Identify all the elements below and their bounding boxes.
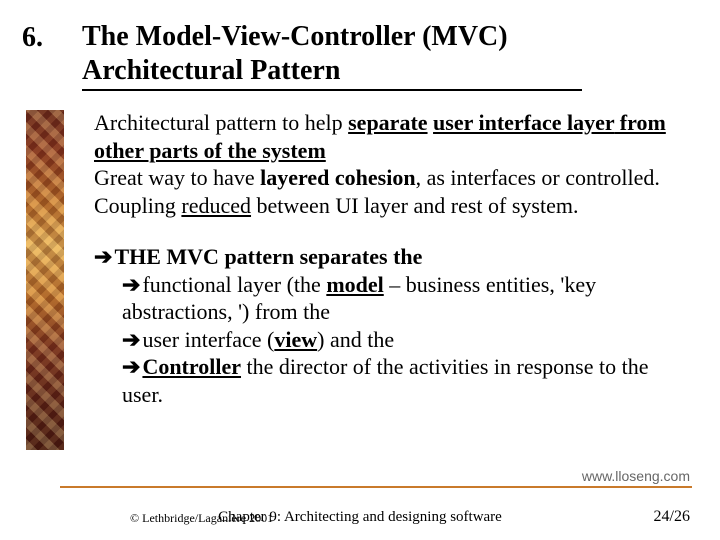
text: Coupling (94, 193, 181, 218)
text-emph: separate (348, 110, 427, 135)
text: functional layer (the (142, 272, 326, 297)
arrow-icon (122, 354, 142, 379)
paragraph-3: Coupling reduced between UI layer and re… (94, 192, 692, 220)
text-emph: Controller (142, 354, 241, 379)
text: Architectural pattern to help (94, 110, 348, 135)
paragraph-2: Great way to have layered cohesion, as i… (94, 164, 692, 192)
text: Great way to have (94, 165, 260, 190)
slide: 6. The Model-View-Controller (MVC) Archi… (0, 0, 720, 540)
chapter-label: Chapter 9: Architecting and designing so… (0, 509, 720, 526)
text: between UI layer and rest of system. (251, 193, 578, 218)
list-item: Controller the director of the activitie… (122, 353, 692, 408)
arrow-icon (122, 327, 142, 352)
divider (60, 486, 692, 488)
text-emph: user interface layer (433, 110, 614, 135)
text-underline: reduced (181, 193, 251, 218)
page-number: 24/26 (654, 508, 690, 526)
body-text: Architectural pattern to help separate u… (94, 109, 692, 219)
mvc-list: THE MVC pattern separates the functional… (94, 243, 692, 408)
slide-title: The Model-View-Controller (MVC) Architec… (82, 20, 582, 91)
text: , as interfaces or controlled. (416, 165, 660, 190)
text-emph: model (326, 272, 383, 297)
list-item: functional layer (the model – business e… (122, 271, 692, 326)
arrow-icon (122, 272, 142, 297)
slide-number: 6. (22, 22, 43, 54)
paragraph-1: Architectural pattern to help separate u… (94, 109, 692, 164)
website-url: www.lloseng.com (582, 468, 690, 484)
text-emph: view (274, 327, 317, 352)
text-bold: layered cohesion (260, 165, 415, 190)
list-item: THE MVC pattern separates the (94, 243, 692, 271)
text-bold: THE MVC pattern separates the (114, 244, 422, 269)
text: ) and the (317, 327, 394, 352)
list-item: user interface (view) and the (122, 326, 692, 354)
text: user interface ( (142, 327, 274, 352)
decorative-pattern (26, 110, 64, 450)
